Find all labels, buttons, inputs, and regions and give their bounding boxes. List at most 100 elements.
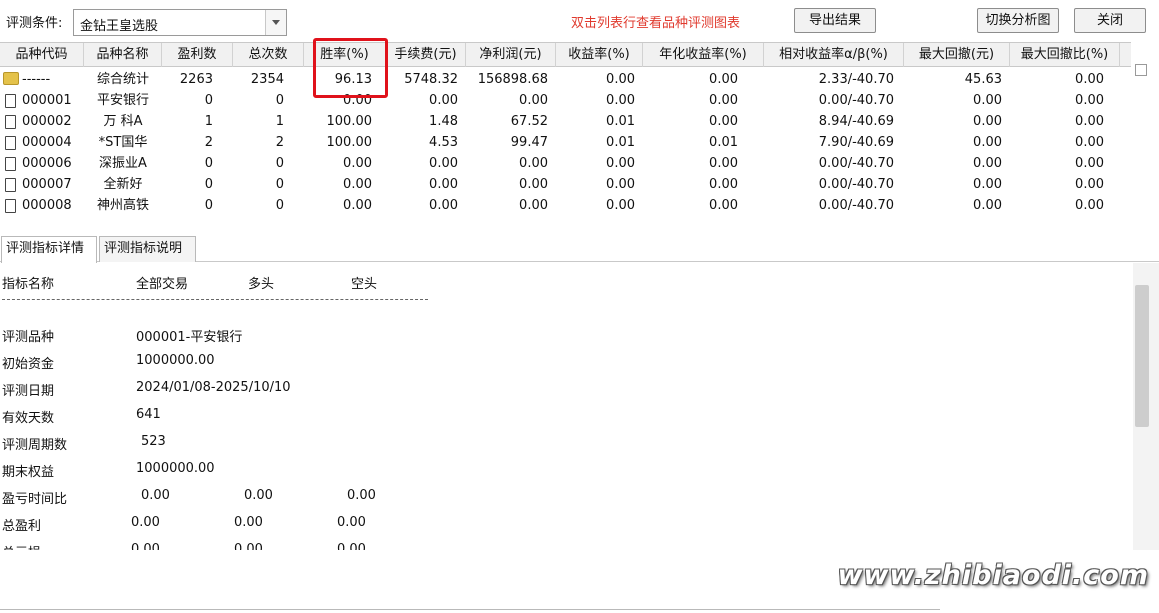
cell-net-profit: 67.52 bbox=[510, 114, 548, 129]
cell-net-profit: 99.47 bbox=[510, 135, 548, 150]
column-header-code[interactable]: 品种代码 bbox=[0, 43, 84, 67]
cell-name: 万 科A bbox=[103, 114, 143, 129]
cell-total: 0 bbox=[275, 177, 284, 192]
double-click-hint: 双击列表行查看品种评测图表 bbox=[571, 16, 741, 31]
detail-stat-short: 0.00 bbox=[347, 488, 376, 503]
cell-code: 000007 bbox=[22, 177, 72, 192]
table-row[interactable]: 000002 万 科A 1 1 100.00 1.48 67.52 0.01 0.00 8.94/… bbox=[0, 111, 1131, 132]
column-header-max-drawdown[interactable]: 最大回撤(元) bbox=[904, 43, 1010, 67]
cell-win-rate: 100.00 bbox=[326, 135, 373, 150]
cell-relative-return: 8.94/-40.69 bbox=[818, 114, 894, 129]
detail-stat-all: 0.00 bbox=[141, 488, 170, 503]
cell-code: 000004 bbox=[22, 135, 72, 150]
detail-value: 1000000.00 bbox=[136, 353, 215, 368]
cell-fee: 4.53 bbox=[429, 135, 458, 150]
column-header-relative-return[interactable]: 相对收益率α/β(%) bbox=[764, 43, 904, 67]
detail-panel: 指标名称 全部交易 多头 空头 评测品种 000001-平安银行 初始资金 10000… bbox=[0, 263, 1133, 550]
cell-max-drawdown-ratio: 0.00 bbox=[1075, 135, 1104, 150]
table-row[interactable]: 000006 深振业A 0 0 0.00 0.00 0.00 0.00 0.00 0.00/-40… bbox=[0, 153, 1131, 174]
detail-stat-short: 0.00 bbox=[337, 542, 366, 550]
column-header-wins[interactable]: 盈利数 bbox=[162, 43, 233, 67]
cell-code: 000008 bbox=[22, 198, 72, 213]
detail-label: 有效天数 bbox=[2, 411, 55, 426]
scrollbar-thumb[interactable] bbox=[1135, 64, 1147, 76]
cell-win-rate: 0.00 bbox=[343, 177, 372, 192]
column-header-win-rate[interactable]: 胜率(%) bbox=[304, 43, 386, 67]
tab-indicator-details[interactable]: 评测指标详情 bbox=[1, 236, 97, 263]
close-button[interactable]: 关闭 bbox=[1074, 8, 1146, 33]
column-header-return[interactable]: 收益率(%) bbox=[556, 43, 643, 67]
cell-return: 0.00 bbox=[606, 72, 635, 87]
table-row[interactable]: 000008 神州高铁 0 0 0.00 0.00 0.00 0.00 0.00 0.00/-40… bbox=[0, 195, 1131, 216]
column-header-total[interactable]: 总次数 bbox=[233, 43, 304, 67]
column-header-name[interactable]: 品种名称 bbox=[84, 43, 162, 67]
cell-fee: 0.00 bbox=[429, 198, 458, 213]
footer: www.zhibiaodi.com bbox=[0, 550, 1159, 613]
cell-return: 0.01 bbox=[606, 114, 635, 129]
cell-max-drawdown: 0.00 bbox=[973, 156, 1002, 171]
cell-wins: 0 bbox=[204, 177, 213, 192]
cell-win-rate: 0.00 bbox=[343, 156, 372, 171]
table-row[interactable]: 000004 *ST国华 2 2 100.00 4.53 99.47 0.01 0.01 7.90… bbox=[0, 132, 1131, 153]
cell-max-drawdown-ratio: 0.00 bbox=[1075, 114, 1104, 129]
cell-win-rate: 100.00 bbox=[326, 114, 373, 129]
table-row[interactable]: 000001 平安银行 0 0 0.00 0.00 0.00 0.00 0.00 0.00/-40… bbox=[0, 90, 1131, 111]
detail-stat-long: 0.00 bbox=[234, 515, 263, 530]
cell-max-drawdown-ratio: 0.00 bbox=[1075, 198, 1104, 213]
separator-line bbox=[2, 299, 428, 300]
cell-fee: 0.00 bbox=[429, 177, 458, 192]
cell-fee: 5748.32 bbox=[404, 72, 458, 87]
cell-name: *ST国华 bbox=[98, 135, 148, 150]
column-header-max-drawdown-ratio[interactable]: 最大回撤比(%) bbox=[1010, 43, 1120, 67]
cell-relative-return: 0.00/-40.70 bbox=[818, 156, 894, 171]
detail-scrollbar-thumb[interactable] bbox=[1135, 285, 1149, 427]
detail-stat-long: 0.00 bbox=[234, 542, 263, 550]
chevron-down-icon[interactable] bbox=[265, 10, 286, 35]
cell-max-drawdown: 0.00 bbox=[973, 114, 1002, 129]
cell-code: 000006 bbox=[22, 156, 72, 171]
column-header-net-profit[interactable]: 净利润(元) bbox=[466, 43, 556, 67]
detail-label: 总亏损 bbox=[2, 542, 41, 550]
cell-total: 2 bbox=[275, 135, 284, 150]
cell-max-drawdown: 0.00 bbox=[973, 93, 1002, 108]
cell-relative-return: 7.90/-40.69 bbox=[818, 135, 894, 150]
cell-total: 1 bbox=[275, 114, 284, 129]
cell-net-profit: 0.00 bbox=[519, 198, 548, 213]
table-row[interactable]: ------ 综合统计 2263 2354 96.13 5748.32 156898.68 0… bbox=[0, 69, 1131, 90]
condition-select[interactable]: 金钻王皇选股 bbox=[73, 9, 287, 36]
cell-annual-return: 0.00 bbox=[709, 156, 738, 171]
cell-max-drawdown: 0.00 bbox=[973, 135, 1002, 150]
column-header-fee[interactable]: 手续费(元) bbox=[386, 43, 466, 67]
detail-stat-long: 0.00 bbox=[244, 488, 273, 503]
column-header-annual-return[interactable]: 年化收益率(%) bbox=[643, 43, 764, 67]
cell-win-rate: 0.00 bbox=[343, 198, 372, 213]
detail-value: 000001-平安银行 bbox=[136, 330, 243, 345]
cell-wins: 2 bbox=[204, 135, 213, 150]
cell-annual-return: 0.01 bbox=[709, 135, 738, 150]
detail-tabs: 评测指标详情 评测指标说明 bbox=[0, 233, 1159, 263]
table-row[interactable]: 000007 全新好 0 0 0.00 0.00 0.00 0.00 0.00 0.00/-40.… bbox=[0, 174, 1131, 195]
cell-return: 0.00 bbox=[606, 177, 635, 192]
results-table[interactable]: 品种代码 品种名称 盈利数 总次数 胜率(%) 手续费(元) 净利润(元) 收益率(%) 年化收… bbox=[0, 42, 1131, 225]
cell-wins: 2263 bbox=[179, 72, 213, 87]
cell-code: 000001 bbox=[22, 93, 72, 108]
cell-max-drawdown-ratio: 0.00 bbox=[1075, 93, 1104, 108]
cell-name: 综合统计 bbox=[96, 72, 149, 87]
switch-chart-button[interactable]: 切换分析图 bbox=[977, 8, 1059, 33]
detail-scrollbar[interactable] bbox=[1133, 263, 1159, 550]
cell-annual-return: 0.00 bbox=[709, 114, 738, 129]
export-results-button[interactable]: 导出结果 bbox=[794, 8, 876, 33]
cell-relative-return: 0.00/-40.70 bbox=[818, 198, 894, 213]
table-body[interactable]: ------ 综合统计 2263 2354 96.13 5748.32 156898.68 0… bbox=[0, 69, 1131, 225]
cell-return: 0.00 bbox=[606, 93, 635, 108]
header-long: 多头 bbox=[248, 277, 275, 292]
cell-annual-return: 0.00 bbox=[709, 93, 738, 108]
tab-indicator-description[interactable]: 评测指标说明 bbox=[99, 236, 196, 262]
site-watermark: www.zhibiaodi.com bbox=[837, 560, 1149, 591]
detail-label: 评测品种 bbox=[2, 330, 55, 345]
detail-stat-all: 0.00 bbox=[131, 542, 160, 550]
table-scrollbar[interactable] bbox=[1131, 42, 1159, 225]
cell-fee: 0.00 bbox=[429, 93, 458, 108]
cell-code: 000002 bbox=[22, 114, 72, 129]
cell-net-profit: 0.00 bbox=[519, 93, 548, 108]
